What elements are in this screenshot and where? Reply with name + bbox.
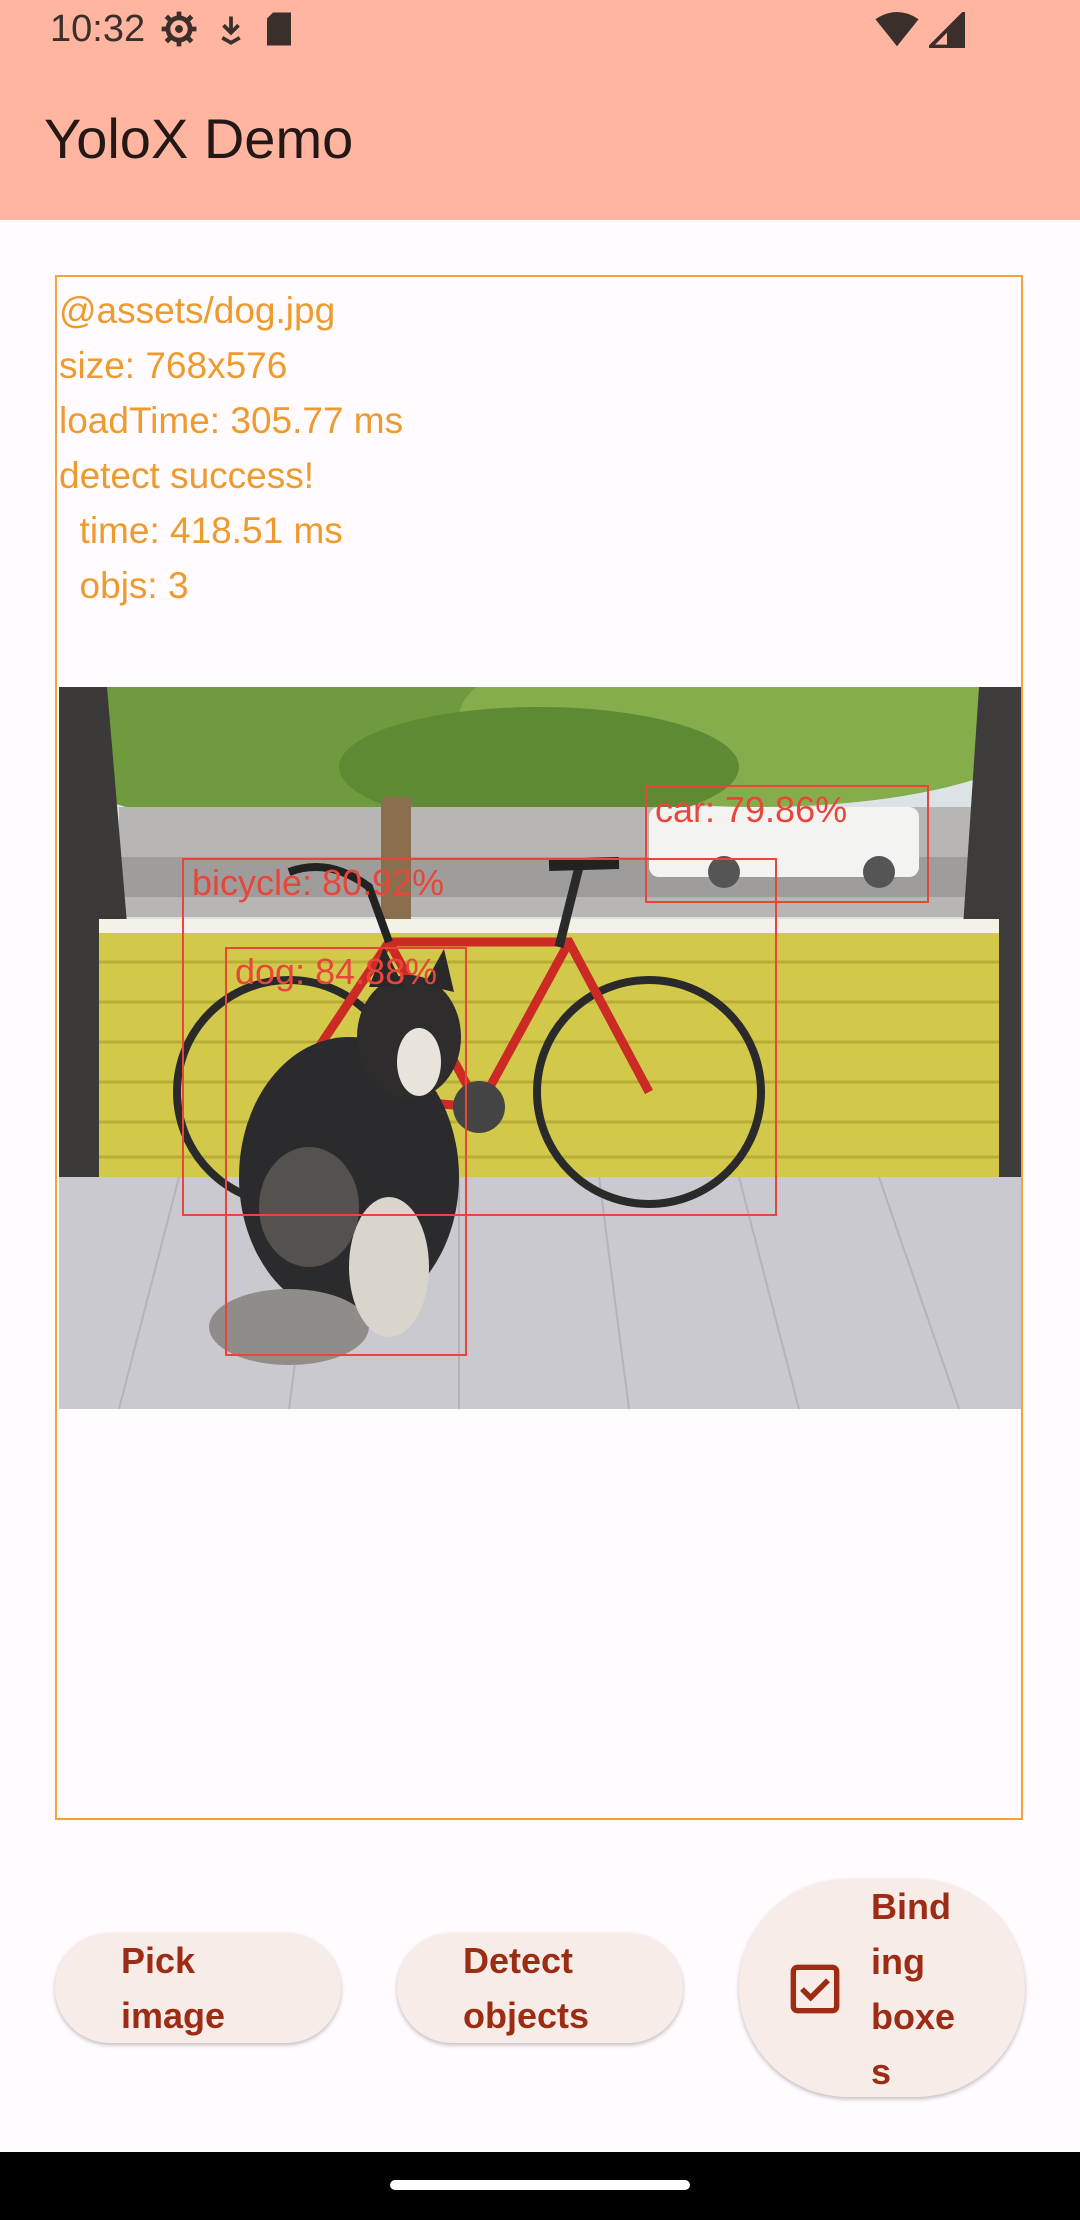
cellular-signal-icon — [929, 12, 965, 48]
sd-card-icon — [267, 12, 291, 46]
object-count-text: objs: 3 — [59, 565, 189, 606]
navigation-bar — [0, 2152, 1080, 2220]
pick-image-label-line2: image — [121, 1995, 226, 2036]
image-size-text: size: 768x576 — [59, 345, 288, 386]
detect-objects-label-line2: objects — [463, 1995, 590, 2036]
pick-image-label-line1: Pick — [121, 1940, 196, 1981]
detection-image: car: 79.86% bicycle: 80.92% dog: 84.88% — [59, 687, 1021, 1409]
image-source-text: @assets/dog.jpg — [59, 290, 336, 331]
status-system-icons — [875, 12, 965, 48]
result-panel: @assets/dog.jpg size: 768x576 loadTime: … — [55, 275, 1023, 1820]
binding-boxes-toggle[interactable]: Bind ing boxe s — [739, 1879, 1025, 2097]
status-notification-icons — [160, 10, 294, 48]
pick-image-button[interactable]: Pick image — [55, 1933, 341, 2043]
status-time: 10:32 — [50, 8, 146, 50]
status-bar: 10:32 — [0, 0, 1080, 66]
detect-objects-label-line1: Detect — [463, 1940, 574, 1981]
settings-icon — [161, 11, 197, 47]
binding-boxes-label-line4: s — [871, 2051, 892, 2092]
load-time-text: loadTime: 305.77 ms — [59, 400, 404, 441]
app-title: YoloX Demo — [44, 107, 354, 170]
bbox-dog: dog: 84.88% — [225, 947, 467, 1356]
checkbox-checked-icon[interactable] — [789, 1963, 841, 2015]
home-gesture-handle[interactable] — [390, 2180, 690, 2190]
app-bar: YoloX Demo — [0, 66, 1080, 220]
binding-boxes-label-line1: Bind — [871, 1886, 951, 1927]
bbox-bicycle-label: bicycle: 80.92% — [192, 862, 445, 903]
detect-time-text: time: 418.51 ms — [59, 510, 343, 551]
binding-boxes-label-line2: ing — [871, 1941, 925, 1982]
binding-boxes-label-line3: boxe — [871, 1996, 956, 2037]
wifi-icon — [875, 12, 919, 47]
bbox-dog-label: dog: 84.88% — [235, 951, 438, 992]
download-icon — [221, 16, 241, 45]
bbox-car-label: car: 79.86% — [655, 789, 848, 830]
detection-info: @assets/dog.jpg size: 768x576 loadTime: … — [59, 283, 403, 613]
detect-status-text: detect success! — [59, 455, 315, 496]
detect-objects-button[interactable]: Detect objects — [397, 1933, 683, 2043]
